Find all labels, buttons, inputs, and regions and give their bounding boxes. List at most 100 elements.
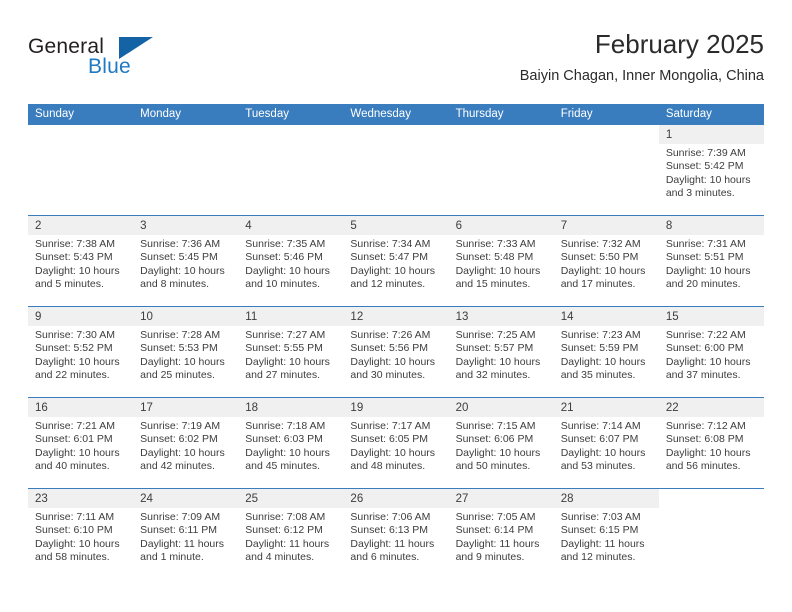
day-cell-inner: 5 Sunrise: 7:34 AM Sunset: 5:47 PM Daylight… xyxy=(343,216,449,306)
day-details: Sunrise: 7:14 AM Sunset: 6:07 PM Daylight:… xyxy=(554,417,659,474)
day-details: Sunrise: 7:25 AM Sunset: 5:57 PM Daylight:… xyxy=(449,326,554,383)
sunrise-text: Sunrise: 7:11 AM xyxy=(35,511,115,523)
day-number xyxy=(238,125,343,144)
daylight-text: Daylight: 10 hours and 12 minutes. xyxy=(350,264,436,291)
calendar-day-cell[interactable]: 10 Sunrise: 7:28 AM Sunset: 5:53 PM Dayligh… xyxy=(133,306,239,398)
calendar-day-cell[interactable]: 1 Sunrise: 7:39 AM Sunset: 5:42 PM Daylight… xyxy=(658,125,764,216)
day-details: Sunrise: 7:06 AM Sunset: 6:13 PM Daylight:… xyxy=(343,508,448,565)
calendar-day-cell[interactable]: 11 Sunrise: 7:27 AM Sunset: 5:55 PM Dayligh… xyxy=(238,306,344,398)
day-number: 19 xyxy=(343,398,449,417)
day-cell-inner xyxy=(449,125,554,215)
sunset-text: Sunset: 6:14 PM xyxy=(455,524,534,537)
day-number xyxy=(659,489,764,508)
calendar-day-cell[interactable]: 12 Sunrise: 7:26 AM Sunset: 5:56 PM Dayligh… xyxy=(343,306,449,398)
day-number: 18 xyxy=(238,398,344,417)
day-number: 23 xyxy=(28,489,134,508)
daylight-text: Daylight: 10 hours and 32 minutes. xyxy=(455,355,541,382)
calendar-day-cell[interactable]: 2 Sunrise: 7:38 AM Sunset: 5:43 PM Daylight… xyxy=(28,215,134,307)
day-details: Sunrise: 7:17 AM Sunset: 6:05 PM Daylight:… xyxy=(343,417,448,474)
sunset-text: Sunset: 5:45 PM xyxy=(140,251,218,264)
calendar-cell-empty xyxy=(554,125,659,216)
day-details: Sunrise: 7:22 AM Sunset: 6:00 PM Daylight:… xyxy=(659,326,764,383)
calendar-day-cell[interactable]: 3 Sunrise: 7:36 AM Sunset: 5:45 PM Daylight… xyxy=(133,215,239,307)
calendar-day-cell[interactable]: 14 Sunrise: 7:23 AM Sunset: 5:59 PM Dayligh… xyxy=(553,306,659,398)
day-cell-inner: 1 Sunrise: 7:39 AM Sunset: 5:42 PM Daylight… xyxy=(658,125,764,215)
calendar-day-cell[interactable]: 22 Sunrise: 7:12 AM Sunset: 6:08 PM Dayligh… xyxy=(658,397,764,489)
day-cell-inner: 6 Sunrise: 7:33 AM Sunset: 5:48 PM Daylight… xyxy=(448,216,554,306)
sunset-text: Sunset: 6:13 PM xyxy=(350,524,429,537)
calendar-day-cell[interactable]: 18 Sunrise: 7:18 AM Sunset: 6:03 PM Dayligh… xyxy=(238,397,344,489)
day-number: 22 xyxy=(658,398,764,417)
daylight-text: Daylight: 10 hours and 22 minutes. xyxy=(35,355,120,382)
day-number: 8 xyxy=(658,216,764,235)
calendar-day-cell[interactable]: 7 Sunrise: 7:32 AM Sunset: 5:50 PM Daylight… xyxy=(553,215,659,307)
day-cell-inner: 2 Sunrise: 7:38 AM Sunset: 5:43 PM Daylight… xyxy=(28,216,134,306)
calendar-day-cell[interactable]: 5 Sunrise: 7:34 AM Sunset: 5:47 PM Daylight… xyxy=(343,215,449,307)
day-number: 11 xyxy=(238,307,344,326)
calendar-day-cell[interactable]: 25 Sunrise: 7:08 AM Sunset: 6:12 PM Dayligh… xyxy=(238,488,344,579)
day-details: Sunrise: 7:11 AM Sunset: 6:10 PM Daylight:… xyxy=(28,508,133,565)
daylight-text: Daylight: 10 hours and 8 minutes. xyxy=(140,264,225,291)
sunset-text: Sunset: 5:42 PM xyxy=(665,160,744,173)
daylight-text: Daylight: 10 hours and 30 minutes. xyxy=(350,355,436,382)
daylight-text: Daylight: 10 hours and 17 minutes. xyxy=(560,264,646,291)
calendar-day-cell[interactable]: 28 Sunrise: 7:03 AM Sunset: 6:15 PM Dayligh… xyxy=(553,488,659,579)
sunrise-text: Sunrise: 7:19 AM xyxy=(140,420,221,432)
day-details: Sunrise: 7:31 AM Sunset: 5:51 PM Daylight:… xyxy=(659,235,764,292)
day-number: 21 xyxy=(553,398,659,417)
day-cell-inner: 22 Sunrise: 7:12 AM Sunset: 6:08 PM Dayligh… xyxy=(658,398,764,488)
calendar-day-cell[interactable]: 6 Sunrise: 7:33 AM Sunset: 5:48 PM Daylight… xyxy=(448,215,554,307)
sunrise-text: Sunrise: 7:15 AM xyxy=(455,420,536,432)
weekday-header-saturday: Saturday xyxy=(658,104,764,125)
day-number: 13 xyxy=(448,307,554,326)
sunrise-text: Sunrise: 7:22 AM xyxy=(665,329,746,341)
day-details: Sunrise: 7:30 AM Sunset: 5:52 PM Daylight:… xyxy=(28,326,133,383)
calendar-day-cell[interactable]: 9 Sunrise: 7:30 AM Sunset: 5:52 PM Daylight… xyxy=(28,306,134,398)
daylight-text: Daylight: 10 hours and 10 minutes. xyxy=(245,264,330,291)
day-details: Sunrise: 7:21 AM Sunset: 6:01 PM Daylight:… xyxy=(28,417,133,474)
daylight-text: Daylight: 10 hours and 40 minutes. xyxy=(35,446,120,473)
sunset-text: Sunset: 6:12 PM xyxy=(245,524,323,537)
calendar-day-cell[interactable]: 15 Sunrise: 7:22 AM Sunset: 6:00 PM Dayligh… xyxy=(658,306,764,398)
day-details: Sunrise: 7:32 AM Sunset: 5:50 PM Daylight:… xyxy=(554,235,659,292)
day-cell-inner: 11 Sunrise: 7:27 AM Sunset: 5:55 PM Dayligh… xyxy=(238,307,344,397)
day-cell-inner: 16 Sunrise: 7:21 AM Sunset: 6:01 PM Dayligh… xyxy=(28,398,134,488)
calendar-day-cell[interactable]: 20 Sunrise: 7:15 AM Sunset: 6:06 PM Dayligh… xyxy=(448,397,554,489)
day-cell-inner: 8 Sunrise: 7:31 AM Sunset: 5:51 PM Daylight… xyxy=(658,216,764,306)
sunset-text: Sunset: 6:03 PM xyxy=(245,433,323,446)
sunset-text: Sunset: 5:55 PM xyxy=(245,342,323,355)
calendar-day-cell[interactable]: 21 Sunrise: 7:14 AM Sunset: 6:07 PM Dayligh… xyxy=(553,397,659,489)
daylight-text: Daylight: 10 hours and 27 minutes. xyxy=(245,355,330,382)
calendar-day-cell[interactable]: 27 Sunrise: 7:05 AM Sunset: 6:14 PM Dayligh… xyxy=(448,488,554,579)
calendar-day-cell[interactable]: 4 Sunrise: 7:35 AM Sunset: 5:46 PM Daylight… xyxy=(238,215,344,307)
calendar-day-cell[interactable]: 23 Sunrise: 7:11 AM Sunset: 6:10 PM Dayligh… xyxy=(28,488,134,579)
sunset-text: Sunset: 6:01 PM xyxy=(35,433,113,446)
calendar-day-cell[interactable]: 13 Sunrise: 7:25 AM Sunset: 5:57 PM Dayligh… xyxy=(448,306,554,398)
day-details: Sunrise: 7:28 AM Sunset: 5:53 PM Daylight:… xyxy=(133,326,238,383)
calendar-day-cell[interactable]: 26 Sunrise: 7:06 AM Sunset: 6:13 PM Dayligh… xyxy=(343,488,449,579)
calendar-day-cell[interactable]: 17 Sunrise: 7:19 AM Sunset: 6:02 PM Dayligh… xyxy=(133,397,239,489)
daylight-text: Daylight: 11 hours and 4 minutes. xyxy=(245,537,330,564)
sunrise-text: Sunrise: 7:26 AM xyxy=(350,329,431,341)
calendar-cell-empty xyxy=(343,125,448,216)
day-details: Sunrise: 7:27 AM Sunset: 5:55 PM Daylight:… xyxy=(238,326,343,383)
day-cell-inner: 13 Sunrise: 7:25 AM Sunset: 5:57 PM Dayligh… xyxy=(448,307,554,397)
sunset-text: Sunset: 5:47 PM xyxy=(350,251,429,264)
calendar-day-cell[interactable]: 16 Sunrise: 7:21 AM Sunset: 6:01 PM Dayligh… xyxy=(28,397,134,489)
calendar-day-cell[interactable]: 19 Sunrise: 7:17 AM Sunset: 6:05 PM Dayligh… xyxy=(343,397,449,489)
brand-logo[interactable]: General Blue xyxy=(28,36,168,86)
sunset-text: Sunset: 6:08 PM xyxy=(665,433,744,446)
sunrise-text: Sunrise: 7:03 AM xyxy=(560,511,641,523)
day-cell-inner: 18 Sunrise: 7:18 AM Sunset: 6:03 PM Dayligh… xyxy=(238,398,344,488)
calendar-day-cell[interactable]: 24 Sunrise: 7:09 AM Sunset: 6:11 PM Dayligh… xyxy=(133,488,239,579)
daylight-text: Daylight: 10 hours and 50 minutes. xyxy=(455,446,541,473)
sunrise-text: Sunrise: 7:28 AM xyxy=(140,329,221,341)
sunset-text: Sunset: 6:02 PM xyxy=(140,433,218,446)
sunset-text: Sunset: 5:56 PM xyxy=(350,342,429,355)
day-number: 14 xyxy=(553,307,659,326)
day-number: 24 xyxy=(133,489,239,508)
daylight-text: Daylight: 10 hours and 15 minutes. xyxy=(455,264,541,291)
calendar-day-cell[interactable]: 8 Sunrise: 7:31 AM Sunset: 5:51 PM Daylight… xyxy=(658,215,764,307)
day-details: Sunrise: 7:12 AM Sunset: 6:08 PM Daylight:… xyxy=(659,417,764,474)
day-cell-inner xyxy=(659,489,764,579)
